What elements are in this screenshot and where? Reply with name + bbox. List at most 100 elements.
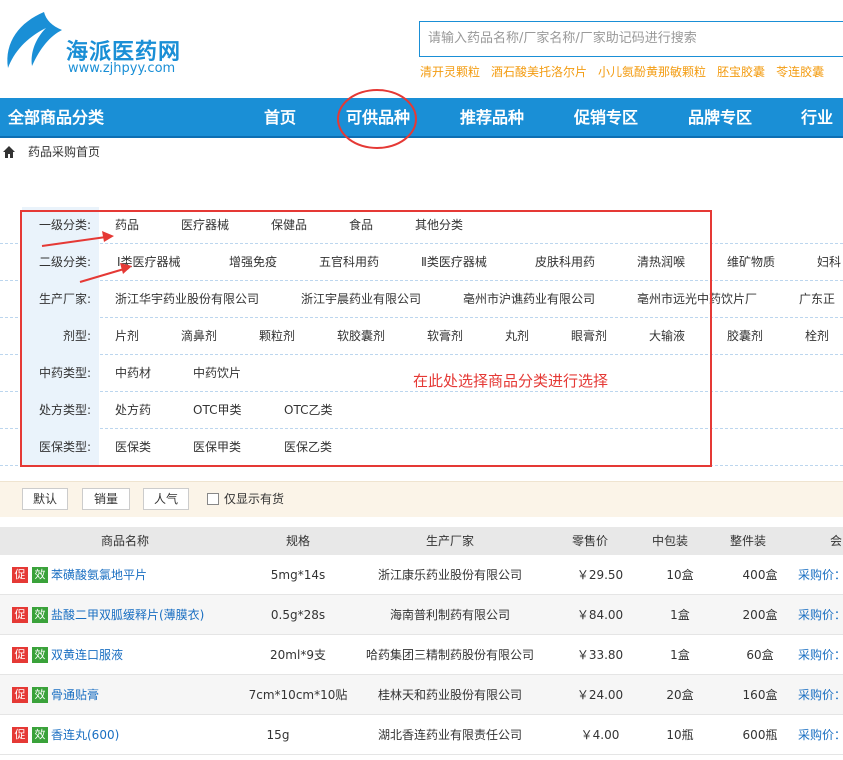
nav-item-recommended[interactable]: 推荐品种 [435, 98, 549, 138]
filter-row-insurance: 医保类型: 医保类 医保甲类 医保乙类 [0, 429, 843, 466]
filter-option[interactable]: 五官科用药 [319, 244, 379, 281]
filter-option[interactable]: 其他分类 [415, 207, 463, 244]
product-price: ￥84.00 [576, 608, 624, 622]
filter-option[interactable]: 亳州市远光中药饮片厂 [637, 281, 757, 318]
filter-option[interactable]: OTC乙类 [284, 392, 332, 429]
sort-popularity-button[interactable]: 人气 [143, 488, 189, 510]
product-name-link[interactable]: 双黄连口服液 [51, 635, 123, 675]
filter-option[interactable]: 浙江华宇药业股份有限公司 [115, 281, 259, 318]
purchase-price-link[interactable]: 采购价： [798, 715, 843, 755]
filter-option[interactable]: 医疗器械 [181, 207, 229, 244]
filter-option[interactable]: 保健品 [271, 207, 307, 244]
product-maker: 哈药集团三精制药股份有限公司 [365, 648, 534, 662]
sort-bar: 默认 销量 人气 仅显示有货 [0, 481, 843, 517]
filter-option[interactable]: 丸剂 [505, 318, 529, 355]
hot-keyword[interactable]: 小儿氨酚黄那敏颗粒 [598, 65, 706, 79]
filter-option[interactable]: 医保乙类 [284, 429, 332, 466]
filter-option[interactable]: 皮肤科用药 [535, 244, 595, 281]
home-icon[interactable] [2, 145, 16, 159]
nav-item-brands[interactable]: 品牌专区 [663, 98, 777, 138]
filter-option[interactable]: Ⅱ类医疗器械 [421, 244, 487, 281]
filter-option[interactable]: 医保类 [115, 429, 151, 466]
filter-option[interactable]: 软膏剂 [427, 318, 463, 355]
search-input[interactable]: 请输入药品名称/厂家名称/厂家助记码进行搜索 [419, 21, 843, 57]
filter-option[interactable]: 妇科 [817, 244, 841, 281]
filter-option[interactable]: 增强免疫 [229, 244, 277, 281]
product-maker: 湖北香连药业有限责任公司 [377, 728, 522, 742]
promo-badge: 促 [12, 607, 28, 623]
filter-option[interactable]: 滴鼻剂 [181, 318, 217, 355]
promo-badge: 促 [12, 687, 28, 703]
sort-default-button[interactable]: 默认 [22, 488, 68, 510]
product-name-link[interactable]: 骨通贴膏 [51, 675, 99, 715]
filter-option[interactable]: Ⅰ类医疗器械 [117, 244, 181, 281]
filter-option[interactable]: OTC甲类 [193, 392, 241, 429]
product-whole-pack: 400盒 [742, 568, 778, 582]
table-row: 促 效 双黄连口服液 20ml*9支 哈药集团三精制药股份有限公司 ￥33.80… [0, 635, 843, 675]
filter-label: 剂型: [22, 318, 99, 355]
purchase-price-link[interactable]: 采购价： [798, 675, 843, 715]
filter-option[interactable]: 胶囊剂 [727, 318, 763, 355]
col-mid-pack: 中包装 [651, 534, 688, 548]
filter-option[interactable]: 眼膏剂 [571, 318, 607, 355]
filter-option[interactable]: 医保甲类 [193, 429, 241, 466]
hot-keyword[interactable]: 胚宝胶囊 [717, 65, 765, 79]
filter-option[interactable]: 中药材 [115, 355, 151, 392]
hot-keyword[interactable]: 酒石酸美托洛尔片 [491, 65, 587, 79]
filter-option[interactable]: 浙江宇晨药业有限公司 [301, 281, 421, 318]
filter-option[interactable]: 中药饮片 [193, 355, 241, 392]
filter-option[interactable]: 广东正 [799, 281, 835, 318]
promo-badge: 促 [12, 647, 28, 663]
hot-keyword[interactable]: 苓连胶囊 [776, 65, 824, 79]
filter-option[interactable]: 颗粒剂 [259, 318, 295, 355]
nav-item-promotions[interactable]: 促销专区 [549, 98, 663, 138]
col-member: 会 [829, 534, 842, 548]
table-row: 促 效 骨通贴膏 7cm*10cm*10贴 桂林天和药业股份有限公司 ￥24.0… [0, 675, 843, 715]
purchase-price-link[interactable]: 采购价： [798, 595, 843, 635]
product-mid-pack: 1盒 [670, 608, 690, 622]
purchase-price-link[interactable]: 采购价： [798, 635, 843, 675]
effect-badge: 效 [32, 687, 48, 703]
promo-badge: 促 [12, 727, 28, 743]
promo-badge: 促 [12, 567, 28, 583]
filter-option[interactable]: 处方药 [115, 392, 151, 429]
product-price: ￥29.50 [576, 568, 624, 582]
filter-label: 处方类型: [22, 392, 99, 429]
filter-option[interactable]: 亳州市沪谯药业有限公司 [463, 281, 595, 318]
product-name-link[interactable]: 盐酸二甲双胍缓释片(薄膜衣) [51, 595, 204, 635]
effect-badge: 效 [32, 607, 48, 623]
hot-keyword[interactable]: 清开灵颗粒 [420, 65, 480, 79]
product-mid-pack: 20盒 [666, 688, 694, 702]
purchase-price-link[interactable]: 采购价： [798, 555, 843, 595]
filter-option[interactable]: 大输液 [649, 318, 685, 355]
filter-option[interactable]: 药品 [115, 207, 139, 244]
hot-keywords: 清开灵颗粒 酒石酸美托洛尔片 小儿氨酚黄那敏颗粒 胚宝胶囊 苓连胶囊 [420, 63, 835, 80]
filter-option[interactable]: 清热润喉 [637, 244, 685, 281]
nav-all-categories[interactable]: 全部商品分类 [8, 98, 104, 138]
filter-option[interactable]: 维矿物质 [727, 244, 775, 281]
filter-row-dosage: 剂型: 片剂 滴鼻剂 颗粒剂 软胶囊剂 软膏剂 丸剂 眼膏剂 大输液 胶囊剂 栓… [0, 318, 843, 355]
col-spec: 规格 [285, 534, 310, 548]
filter-row-level2: 二级分类: Ⅰ类医疗器械 增强免疫 五官科用药 Ⅱ类医疗器械 皮肤科用药 清热润… [0, 244, 843, 281]
product-name-link[interactable]: 苯磺酸氨氯地平片 [51, 555, 147, 595]
effect-badge: 效 [32, 567, 48, 583]
product-mid-pack: 10盒 [666, 568, 694, 582]
nav-item-home[interactable]: 首页 [223, 98, 337, 141]
product-mid-pack: 1盒 [670, 648, 690, 662]
filter-label: 医保类型: [22, 429, 99, 466]
filter-option[interactable]: 片剂 [115, 318, 139, 355]
filter-option[interactable]: 食品 [349, 207, 373, 244]
product-name-link[interactable]: 香连丸(600) [51, 715, 119, 755]
table-header: 商品名称 规格 生产厂家 零售价 中包装 整件装 会 [0, 527, 843, 555]
filter-option[interactable]: 栓剂 [805, 318, 829, 355]
sort-sales-button[interactable]: 销量 [82, 488, 130, 510]
col-price: 零售价 [571, 534, 608, 548]
breadcrumb-label[interactable]: 药品采购首页 [28, 145, 100, 159]
filter-option[interactable]: 软胶囊剂 [337, 318, 385, 355]
col-whole-pack: 整件装 [729, 534, 766, 548]
nav-item-available[interactable]: 可供品种 [321, 98, 435, 138]
nav-item-industry[interactable]: 行业资 [777, 98, 843, 178]
in-stock-checkbox[interactable] [207, 493, 219, 505]
site-logo[interactable]: 海派医药网 www.zjhpyy.com [0, 8, 200, 78]
product-price: ￥4.00 [580, 728, 620, 742]
